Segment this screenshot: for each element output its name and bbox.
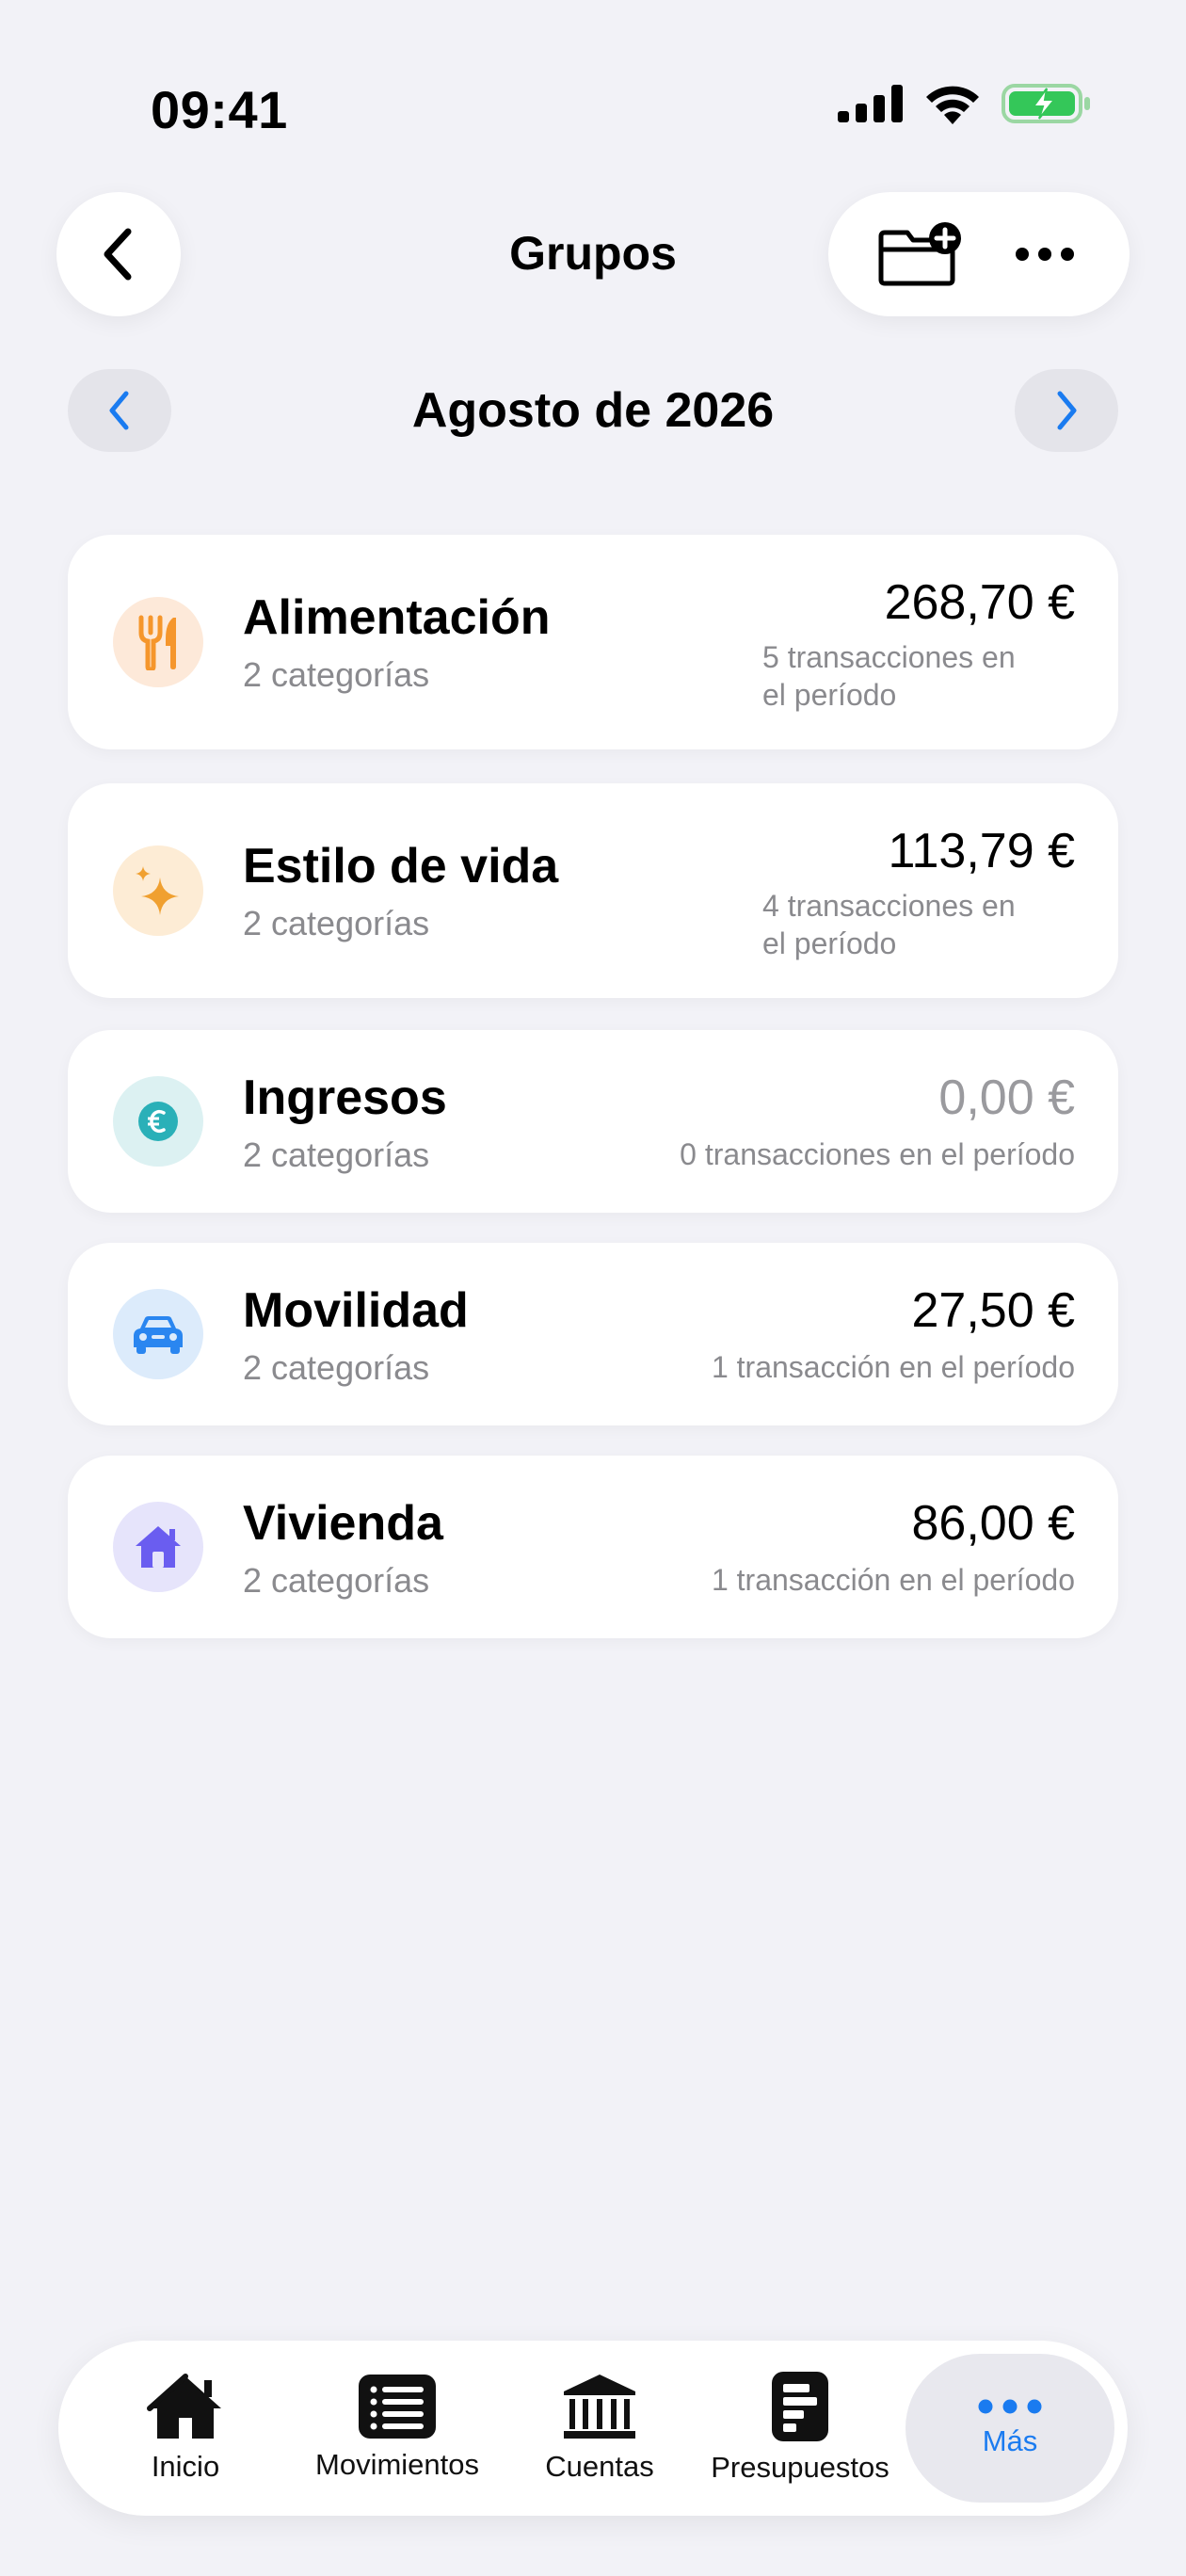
group-card-vivienda[interactable]: Vivienda 2 categorías 86,00 € 1 transacc… (68, 1456, 1118, 1638)
budget-icon (772, 2372, 828, 2441)
bank-icon (564, 2375, 635, 2439)
group-icon-badge (113, 1502, 203, 1592)
group-name: Ingresos (243, 1071, 447, 1125)
group-amount: 113,79 € (888, 824, 1075, 878)
group-name: Estilo de vida (243, 839, 559, 894)
tab-cuentas[interactable]: Cuentas (520, 2341, 680, 2516)
group-transactions: 1 transacción en el período (711, 1563, 1075, 1597)
group-transactions-line1: 5 transacciones en (762, 640, 1016, 674)
add-group-button[interactable] (877, 221, 964, 287)
group-transactions-line1: 4 transacciones en (762, 889, 1016, 923)
next-month-button[interactable] (1015, 369, 1118, 452)
tab-label: Más (982, 2424, 1038, 2457)
group-amount: 0,00 € (938, 1071, 1075, 1125)
ellipsis-icon (1016, 248, 1074, 261)
group-card-movilidad[interactable]: Movilidad 2 categorías 27,50 € 1 transac… (68, 1243, 1118, 1425)
group-amount: 27,50 € (911, 1283, 1076, 1338)
group-name: Movilidad (243, 1283, 469, 1338)
tab-movimientos[interactable]: Movimientos (284, 2341, 510, 2516)
group-categories: 2 categorías (243, 655, 430, 694)
house-icon (147, 2374, 221, 2439)
tab-label: Cuentas (545, 2450, 654, 2483)
group-transactions-line2: el período (762, 926, 897, 960)
group-transactions: 5 transacciones en el período (762, 638, 1064, 714)
group-card-ingresos[interactable]: Ingresos 2 categorías 0,00 € 0 transacci… (68, 1030, 1118, 1213)
ellipsis-icon (978, 2399, 1042, 2414)
list-icon (359, 2375, 436, 2439)
group-name: Vivienda (243, 1496, 443, 1551)
tab-label: Presupuestos (711, 2451, 890, 2484)
wifi-icon (926, 86, 979, 124)
tab-presupuestos[interactable]: Presupuestos (691, 2341, 909, 2516)
group-transactions-line2: el período (762, 678, 897, 712)
signal-icon (838, 85, 903, 122)
house-icon (136, 1526, 181, 1568)
status-time: 09:41 (151, 80, 288, 139)
folder-plus-icon (878, 222, 961, 286)
euro-icon (138, 1102, 178, 1141)
car-icon (134, 1316, 183, 1354)
group-categories: 2 categorías (243, 1135, 430, 1174)
tab-bar: Inicio Movimientos Cuentas Presupuestos … (58, 2341, 1128, 2516)
group-transactions: 1 transacción en el período (711, 1350, 1075, 1384)
group-icon-badge (113, 597, 203, 687)
group-icon-badge (113, 845, 203, 936)
fork-knife-icon (138, 615, 176, 670)
more-button[interactable] (1015, 247, 1075, 262)
group-amount: 86,00 € (911, 1496, 1076, 1551)
battery-icon (1002, 84, 1090, 123)
tab-label: Movimientos (315, 2448, 479, 2481)
sparkles-icon (136, 866, 179, 915)
period-title: Agosto de 2026 (411, 383, 775, 438)
group-card-estilo-de-vida[interactable]: Estilo de vida 2 categorías 113,79 € 4 t… (68, 783, 1118, 998)
tab-mas[interactable]: Más (906, 2354, 1114, 2503)
group-amount: 268,70 € (884, 575, 1075, 630)
header-actions (828, 192, 1130, 316)
group-categories: 2 categorías (243, 1561, 430, 1600)
tab-label: Inicio (151, 2450, 220, 2483)
status-icons (838, 83, 1092, 124)
tab-inicio[interactable]: Inicio (96, 2341, 275, 2516)
chevron-right-icon (1057, 391, 1077, 430)
group-categories: 2 categorías (243, 904, 430, 942)
group-icon-badge (113, 1076, 203, 1167)
group-name: Alimentación (243, 590, 551, 645)
group-transactions: 0 transacciones en el período (680, 1137, 1075, 1171)
group-card-alimentacion[interactable]: Alimentación 2 categorías 268,70 € 5 tra… (68, 535, 1118, 749)
group-categories: 2 categorías (243, 1348, 430, 1387)
group-icon-badge (113, 1289, 203, 1379)
group-transactions: 4 transacciones en el período (762, 887, 1064, 962)
screen: 09:41 Grupos Agosto de 2026 Alimentación… (0, 0, 1186, 2576)
